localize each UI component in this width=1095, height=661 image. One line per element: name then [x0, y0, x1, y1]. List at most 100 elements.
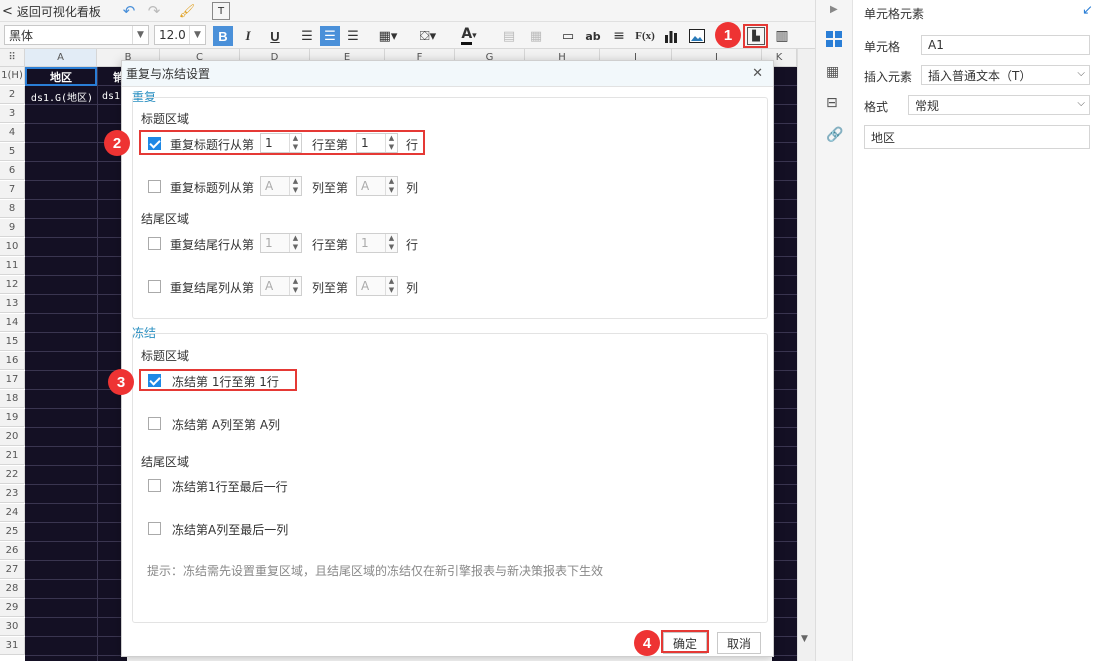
collapse-arrow-icon[interactable]: ▶ — [830, 4, 838, 15]
row-header[interactable]: 8 — [0, 200, 25, 218]
font-size-select[interactable]: 12.0 ▼ — [154, 25, 206, 45]
freeze-tail-row-checkbox[interactable] — [148, 479, 161, 492]
text-box-icon[interactable]: T — [212, 2, 230, 20]
row-header[interactable]: 9 — [0, 219, 25, 237]
text-icon[interactable]: ab — [583, 26, 603, 46]
cell-address-input[interactable]: A1 — [921, 35, 1090, 55]
image-icon[interactable] — [687, 26, 707, 46]
row-header[interactable]: 13 — [0, 295, 25, 313]
align-left-icon[interactable]: ☰ — [298, 26, 316, 46]
repeat-title-col-label: 重复标题列从第 — [170, 181, 255, 195]
freeze-col-checkbox[interactable] — [148, 417, 161, 430]
align-right-icon[interactable]: ☰ — [344, 26, 362, 46]
undo-icon[interactable]: ↶ — [120, 2, 138, 20]
bold-button[interactable]: B — [213, 26, 233, 46]
repeat-tail-row-checkbox[interactable] — [148, 237, 161, 250]
underline-button[interactable]: U — [265, 26, 285, 46]
pin-icon[interactable]: ↙ — [1082, 3, 1093, 18]
spinner-arrows-icon[interactable]: ▲ ▼ — [385, 234, 397, 252]
repeat-title-col-from[interactable]: A ▲ ▼ — [260, 176, 302, 196]
row-header[interactable]: 26 — [0, 542, 25, 560]
row-header[interactable]: 22 — [0, 466, 25, 484]
row-header[interactable]: 29 — [0, 599, 25, 617]
border-icon[interactable]: ▦▾ — [373, 26, 403, 46]
spin-value: 1 — [361, 236, 369, 250]
chart-icon[interactable] — [661, 26, 681, 46]
cancel-button[interactable]: 取消 — [717, 632, 761, 654]
cell-style-tab-icon[interactable]: ⊟ — [826, 95, 838, 111]
repeat-tail-col-from[interactable]: A ▲ ▼ — [260, 276, 302, 296]
row-header[interactable]: 25 — [0, 523, 25, 541]
hyperlink-tab-icon[interactable]: 🔗 — [826, 127, 843, 143]
repeat-title-col-checkbox[interactable] — [148, 180, 161, 193]
row-header[interactable]: 3 — [0, 105, 25, 123]
row-gridline — [772, 104, 797, 105]
row-header[interactable]: 30 — [0, 618, 25, 636]
row-header[interactable]: 11 — [0, 257, 25, 275]
row-header[interactable]: 12 — [0, 276, 25, 294]
row-header[interactable]: 24 — [0, 504, 25, 522]
row-header[interactable]: 4 — [0, 124, 25, 142]
spinner-arrows-icon[interactable]: ▲ ▼ — [289, 277, 301, 295]
cell-element-tab-icon[interactable] — [825, 30, 845, 50]
spinner-arrows-icon[interactable]: ▲ ▼ — [385, 277, 397, 295]
insert-element-select[interactable]: 插入普通文本（T） ⌵ — [921, 65, 1090, 85]
cell-insert-icon[interactable]: ▭ — [558, 26, 578, 46]
row-header[interactable]: 10 — [0, 238, 25, 256]
row-header[interactable]: 19 — [0, 409, 25, 427]
repeat-tail-col-checkbox[interactable] — [148, 280, 161, 293]
italic-button[interactable]: I — [238, 26, 258, 46]
page-setup-icon[interactable]: ▥ — [772, 26, 792, 46]
vertical-scrollbar[interactable]: ▼ — [797, 49, 815, 661]
row-header[interactable]: 27 — [0, 561, 25, 579]
row-header[interactable]: 31 — [0, 637, 25, 655]
row-header[interactable]: 1(H) — [0, 67, 25, 85]
freeze-tail-col-checkbox[interactable] — [148, 522, 161, 535]
row-header[interactable]: 23 — [0, 485, 25, 503]
column-k-cells[interactable] — [772, 67, 797, 661]
repeat-title-col-mid: 列至第 — [312, 181, 349, 195]
spinner-arrows-icon[interactable]: ▲ ▼ — [385, 177, 397, 195]
row-header[interactable]: 21 — [0, 447, 25, 465]
row-header[interactable]: 16 — [0, 352, 25, 370]
spinner-arrows-icon[interactable]: ▲ ▼ — [289, 177, 301, 195]
format-painter-icon[interactable]: 🖌 — [178, 2, 196, 20]
redo-icon[interactable]: ↷ — [145, 2, 163, 20]
paragraph-icon[interactable]: ≡ — [609, 26, 629, 46]
repeat-title-col-to[interactable]: A ▲ ▼ — [356, 176, 398, 196]
row-header[interactable]: 5 — [0, 143, 25, 161]
cell-attribute-tab-icon[interactable]: ▦ — [826, 64, 839, 80]
text-color-button[interactable]: A ▾ — [452, 25, 486, 47]
close-icon[interactable]: ✕ — [752, 66, 763, 81]
row-gridline — [25, 180, 127, 181]
back-button[interactable]: < 返回可视化看板 — [2, 2, 101, 20]
column-a-cells[interactable] — [25, 67, 97, 661]
row-header[interactable]: 15 — [0, 333, 25, 351]
format-select[interactable]: 常规 ⌵ — [908, 95, 1090, 115]
col-header-a[interactable]: A — [25, 49, 97, 67]
split-cells-icon[interactable]: ▦ — [527, 26, 545, 46]
spinner-arrows-icon[interactable]: ▲ ▼ — [289, 234, 301, 252]
repeat-tail-row-to[interactable]: 1 ▲ ▼ — [356, 233, 398, 253]
row-header[interactable]: 7 — [0, 181, 25, 199]
repeat-tail-col-to[interactable]: A ▲ ▼ — [356, 276, 398, 296]
cell-content-input[interactable]: 地区 — [864, 125, 1090, 149]
row-header[interactable]: 28 — [0, 580, 25, 598]
row-header[interactable]: 17 — [0, 371, 25, 389]
cell-a1[interactable]: 地区 — [25, 67, 97, 86]
cell-a2[interactable]: ds1.G(地区) — [27, 87, 97, 105]
row-header[interactable]: 6 — [0, 162, 25, 180]
scroll-down-icon[interactable]: ▼ — [801, 634, 808, 644]
row-header[interactable]: 14 — [0, 314, 25, 332]
fill-color-icon[interactable]: ⛋▾ — [413, 26, 443, 46]
row-header[interactable]: 18 — [0, 390, 25, 408]
row-header[interactable]: 2 — [0, 86, 25, 104]
merge-cells-icon[interactable]: ▤ — [500, 26, 518, 46]
repeat-tail-row-from[interactable]: 1 ▲ ▼ — [260, 233, 302, 253]
font-family-select[interactable]: 黑体 ▼ — [4, 25, 149, 45]
formula-icon[interactable]: F(x) — [633, 26, 657, 46]
corner-cell[interactable]: ⠿ — [0, 49, 25, 67]
row-header[interactable]: 20 — [0, 428, 25, 446]
repeat-title-col-end: 列 — [406, 181, 419, 195]
align-center-icon[interactable]: ☰ — [320, 26, 340, 46]
